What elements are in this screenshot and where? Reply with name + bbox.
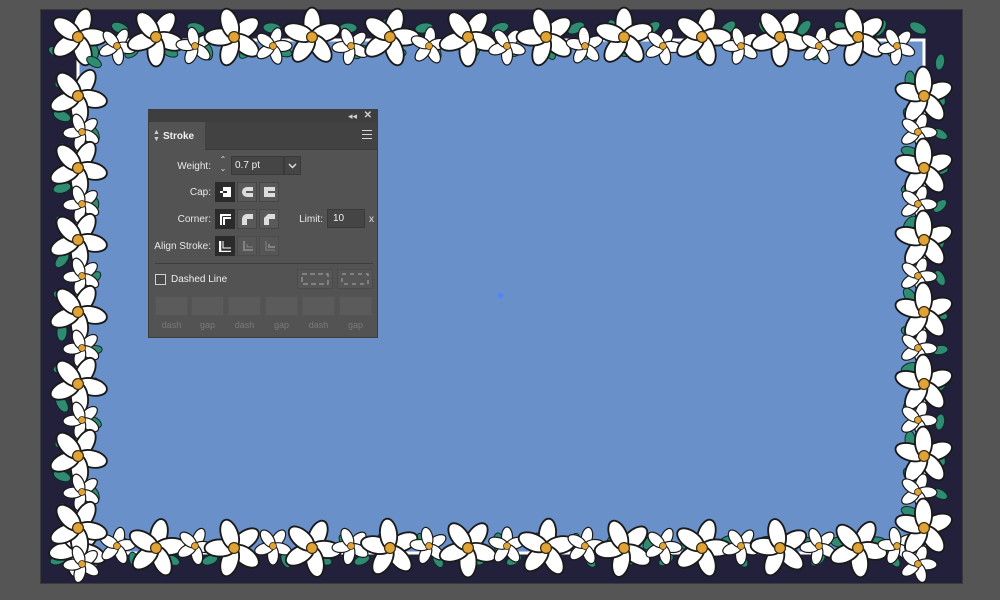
double-chevron-left-icon[interactable]: ◂◂ [348,111,357,121]
round-cap-icon [242,187,253,197]
dash-1-input[interactable] [155,296,188,316]
align-inside-icon [243,241,253,251]
gap-3-label: gap [347,320,364,330]
gap-2-input[interactable] [265,296,298,316]
limit-label: Limit: [299,214,323,225]
align-inside-button[interactable] [237,236,257,256]
bevel-join-button[interactable] [259,209,279,229]
align-stroke-label: Align Stroke: [154,241,211,252]
chevron-down-icon [288,163,297,168]
dash-1-label: dash [161,320,182,330]
dash-2-input[interactable] [228,296,261,316]
dash-2-label: dash [234,320,255,330]
hamburger-menu-icon[interactable] [362,130,372,139]
tab-stroke-label: Stroke [162,130,195,142]
panel-divider [155,263,373,264]
panel-tab-row: ▲ ▼ Stroke [149,122,377,150]
weight-input[interactable]: 0.7 pt [231,156,284,175]
gap-1-label: gap [199,320,216,330]
updown-arrows-icon: ▲ ▼ [153,129,160,143]
limit-suffix: x [369,214,374,225]
dash-align-corners-icon [341,273,369,285]
stepper-down-icon[interactable]: ⌄ [220,164,227,173]
dash-preserve-icon [301,273,329,285]
preserve-dash-button[interactable] [297,269,333,289]
dashed-line-label: Dashed Line [171,274,228,285]
align-center-button[interactable] [215,236,235,256]
weight-stepper[interactable]: ⌃ ⌄ [215,155,231,175]
align-dash-corners-button[interactable] [337,269,373,289]
dash-3-label: dash [308,320,329,330]
butt-cap-icon [220,187,231,197]
close-icon[interactable]: ✕ [364,110,372,121]
gap-1-input[interactable] [191,296,224,316]
weight-dropdown-button[interactable] [284,156,301,175]
round-join-button[interactable] [237,209,257,229]
cap-label: Cap: [189,187,211,198]
limit-input[interactable]: 10 [327,209,365,228]
round-join-icon [242,214,253,225]
tab-stroke[interactable]: ▲ ▼ Stroke [149,122,205,150]
stepper-up-icon[interactable]: ⌃ [220,155,227,164]
corner-label: Corner: [177,214,211,225]
gap-2-label: gap [273,320,290,330]
projecting-cap-button[interactable] [259,182,279,202]
round-cap-button[interactable] [237,182,257,202]
dashed-line-checkbox[interactable] [155,274,166,285]
dash-3-input[interactable] [302,296,335,316]
weight-label: Weight: [177,161,211,172]
projecting-cap-icon [264,187,275,197]
bevel-join-icon [264,214,275,225]
panel-titlebar[interactable]: ◂◂ ✕ [149,110,377,122]
miter-join-icon [220,214,231,225]
butt-cap-button[interactable] [215,182,235,202]
align-center-icon [219,241,231,252]
miter-join-button[interactable] [215,209,235,229]
stroke-panel: ◂◂ ✕ ▲ ▼ Stroke Weight: ⌃ ⌄ 0.7 pt Cap: C… [148,109,378,338]
align-outside-button[interactable] [259,236,279,256]
gap-3-input[interactable] [339,296,372,316]
align-outside-icon [265,241,275,251]
